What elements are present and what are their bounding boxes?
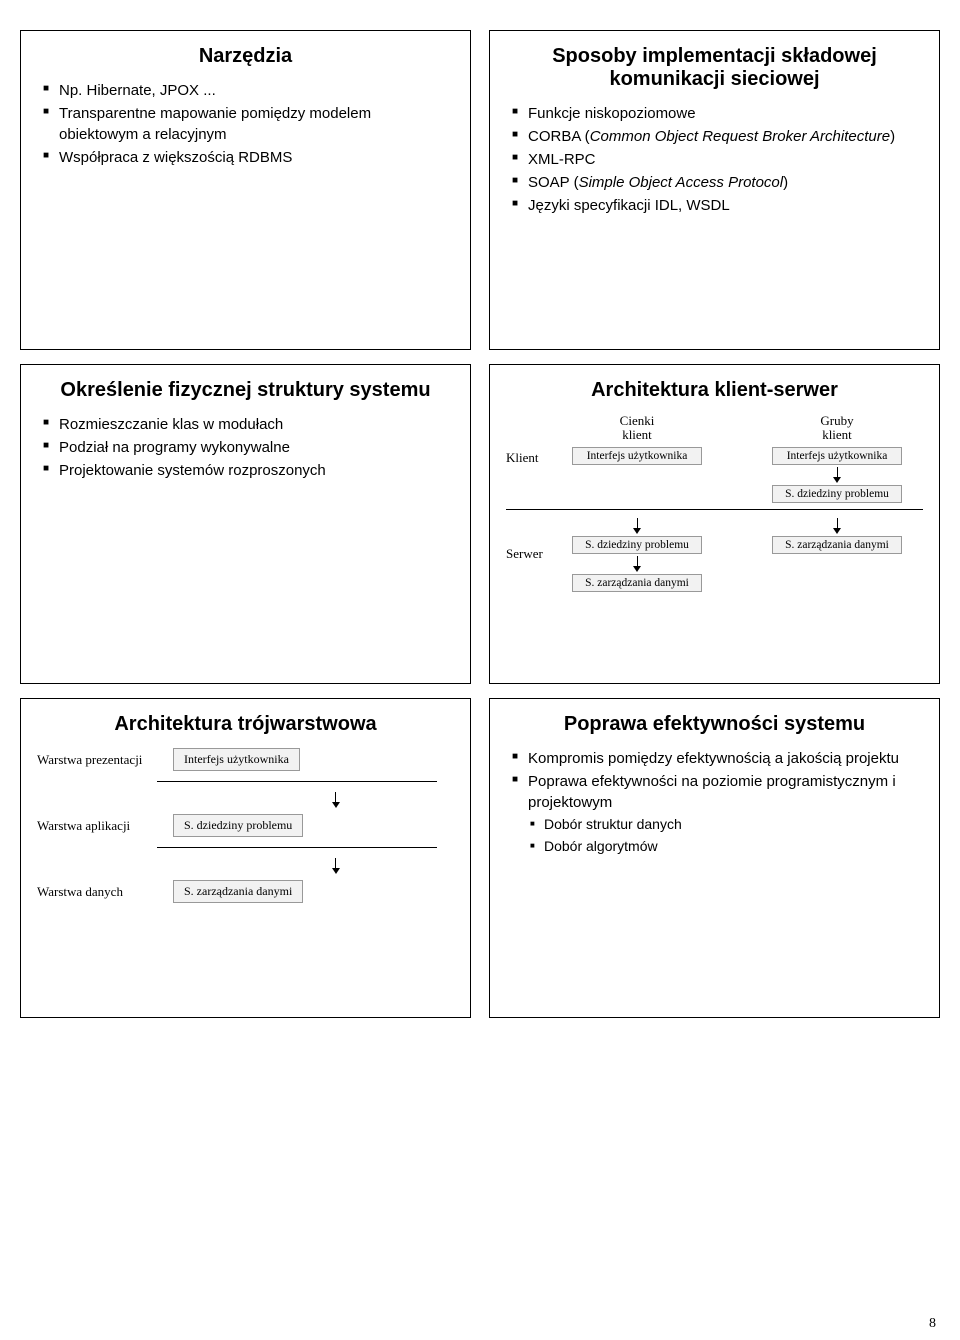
arrow-down-icon bbox=[633, 556, 641, 572]
list-item: Funkcje niskopoziomowe bbox=[512, 103, 923, 124]
arrow-down-icon bbox=[833, 518, 841, 534]
list-item: SOAP (Simple Object Access Protocol) bbox=[512, 172, 923, 193]
list-item: CORBA (Common Object Request Broker Arch… bbox=[512, 126, 923, 147]
bullet-list: Np. Hibernate, JPOX ... Transparentne ma… bbox=[37, 80, 454, 168]
arrow-down-icon bbox=[833, 467, 841, 483]
list-item: Języki specyfikacji IDL, WSDL bbox=[512, 195, 923, 216]
bullet-list: Rozmieszczanie klas w modułach Podział n… bbox=[37, 414, 454, 481]
box-interfejs: Interfejs użytkownika bbox=[772, 447, 902, 465]
slide-title: Architektura klient-serwer bbox=[506, 379, 923, 402]
list-item: Poprawa efektywności na poziomie program… bbox=[512, 771, 923, 813]
slide-title: Narzędzia bbox=[37, 45, 454, 68]
slide-title: Architektura trójwarstwowa bbox=[37, 713, 454, 736]
slide-architektura-klient-serwer: Architektura klient-serwer Klient Cienki… bbox=[489, 364, 940, 684]
list-item: Rozmieszczanie klas w modułach bbox=[43, 414, 454, 435]
box-zarzadzania: S. zarządzania danymi bbox=[173, 880, 303, 903]
slide-narzedzia: Narzędzia Np. Hibernate, JPOX ... Transp… bbox=[20, 30, 471, 350]
box-zarzadzania: S. zarządzania danymi bbox=[772, 536, 902, 554]
row-label-klient: Klient bbox=[506, 450, 551, 466]
box-dziedziny: S. dziedziny problemu bbox=[772, 485, 902, 503]
bullet-list: Kompromis pomiędzy efektywnością a jakoś… bbox=[506, 748, 923, 813]
slide-poprawa-efektywnosci: Poprawa efektywności systemu Kompromis p… bbox=[489, 698, 940, 1018]
list-item: Współpraca z większością RDBMS bbox=[43, 147, 454, 168]
list-item: XML-RPC bbox=[512, 149, 923, 170]
divider bbox=[157, 847, 437, 848]
list-item: Dobór algorytmów bbox=[530, 837, 923, 857]
box-interfejs: Interfejs użytkownika bbox=[173, 748, 300, 771]
list-item: Projektowanie systemów rozproszonych bbox=[43, 460, 454, 481]
divider bbox=[157, 781, 437, 782]
divider bbox=[506, 509, 923, 510]
col-head-thin: Cienki klient bbox=[620, 414, 655, 443]
box-zarzadzania: S. zarządzania danymi bbox=[572, 574, 702, 592]
box-dziedziny: S. dziedziny problemu bbox=[173, 814, 303, 837]
list-item: Transparentne mapowanie pomiędzy modelem… bbox=[43, 103, 454, 145]
arrow-down-icon bbox=[633, 518, 641, 534]
page-number: 8 bbox=[929, 1316, 936, 1332]
row-label-serwer: Serwer bbox=[506, 546, 551, 562]
list-item: Np. Hibernate, JPOX ... bbox=[43, 80, 454, 101]
box-dziedziny: S. dziedziny problemu bbox=[572, 536, 702, 554]
list-item: Dobór struktur danych bbox=[530, 815, 923, 835]
layer-label-aplikacji: Warstwa aplikacji bbox=[37, 818, 157, 834]
slide-title: Sposoby implementacji składowej komunika… bbox=[506, 45, 923, 91]
box-interfejs: Interfejs użytkownika bbox=[572, 447, 702, 465]
slide-sposoby-implementacji: Sposoby implementacji składowej komunika… bbox=[489, 30, 940, 350]
list-item: Kompromis pomiędzy efektywnością a jakoś… bbox=[512, 748, 923, 769]
slide-title: Poprawa efektywności systemu bbox=[506, 713, 923, 736]
bullet-list: Funkcje niskopoziomowe CORBA (Common Obj… bbox=[506, 103, 923, 216]
arrow-down-icon bbox=[217, 856, 454, 876]
arrow-down-icon bbox=[217, 790, 454, 810]
slide-okreslenie-struktury: Określenie fizycznej struktury systemu R… bbox=[20, 364, 471, 684]
list-item: Podział na programy wykonywalne bbox=[43, 437, 454, 458]
layer-label-danych: Warstwa danych bbox=[37, 884, 157, 900]
bullet-sublist: Dobór struktur danych Dobór algorytmów bbox=[506, 815, 923, 856]
layer-label-prezentacji: Warstwa prezentacji bbox=[37, 752, 157, 768]
slide-architektura-trojwarstwowa: Architektura trójwarstwowa Warstwa preze… bbox=[20, 698, 471, 1018]
slide-title: Określenie fizycznej struktury systemu bbox=[37, 379, 454, 402]
col-head-fat: Gruby klient bbox=[820, 414, 853, 443]
